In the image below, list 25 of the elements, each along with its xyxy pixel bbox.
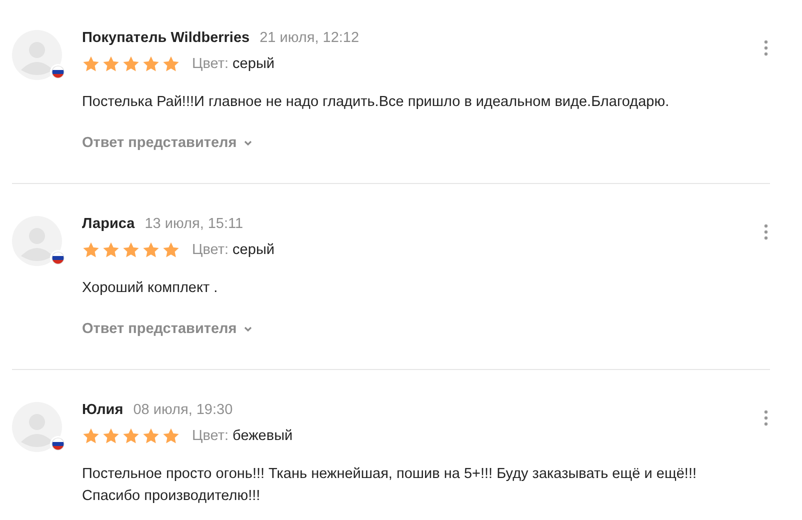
- avatar-icon: [12, 402, 62, 452]
- review-date: 08 июля, 19:30: [133, 402, 233, 418]
- avatar-icon: [12, 216, 62, 266]
- author-name: Лариса: [82, 216, 135, 232]
- review-text: Хороший комплект .: [82, 279, 219, 298]
- flag-icon: [50, 436, 66, 452]
- review-date: 21 июля, 12:12: [260, 30, 360, 46]
- flag-icon: [50, 250, 66, 266]
- color-attribute: Цвет: серый: [192, 56, 274, 72]
- seller-reply-toggle[interactable]: Ответ представителя: [82, 135, 253, 151]
- more-icon: [764, 410, 768, 426]
- color-attribute: Цвет: бежевый: [192, 428, 293, 444]
- color-attribute: Цвет: серый: [192, 242, 274, 258]
- avatar-icon: [12, 30, 62, 80]
- author-name: Покупатель Wildberries: [82, 30, 250, 46]
- chevron-down-icon: [242, 324, 253, 334]
- chevron-down-icon: [242, 138, 253, 148]
- author-name: Юлия: [82, 402, 124, 418]
- more-icon: [764, 224, 768, 240]
- flag-icon: [50, 64, 66, 80]
- review-text: Постельное просто огонь!!! Ткань нежнейшая, пошив на 5+!!! Буду заказывать ещё и ещё!!! Спасибо производителю!!!: [82, 465, 698, 506]
- review-date: 13 июля, 15:11: [144, 216, 244, 232]
- more-icon: [764, 40, 768, 56]
- seller-reply-toggle[interactable]: Ответ представителя: [82, 321, 253, 337]
- review-text: Постелька Рай!!!И главное не надо гладить.Все пришло в идеальном виде.Благодарю.: [82, 93, 670, 112]
